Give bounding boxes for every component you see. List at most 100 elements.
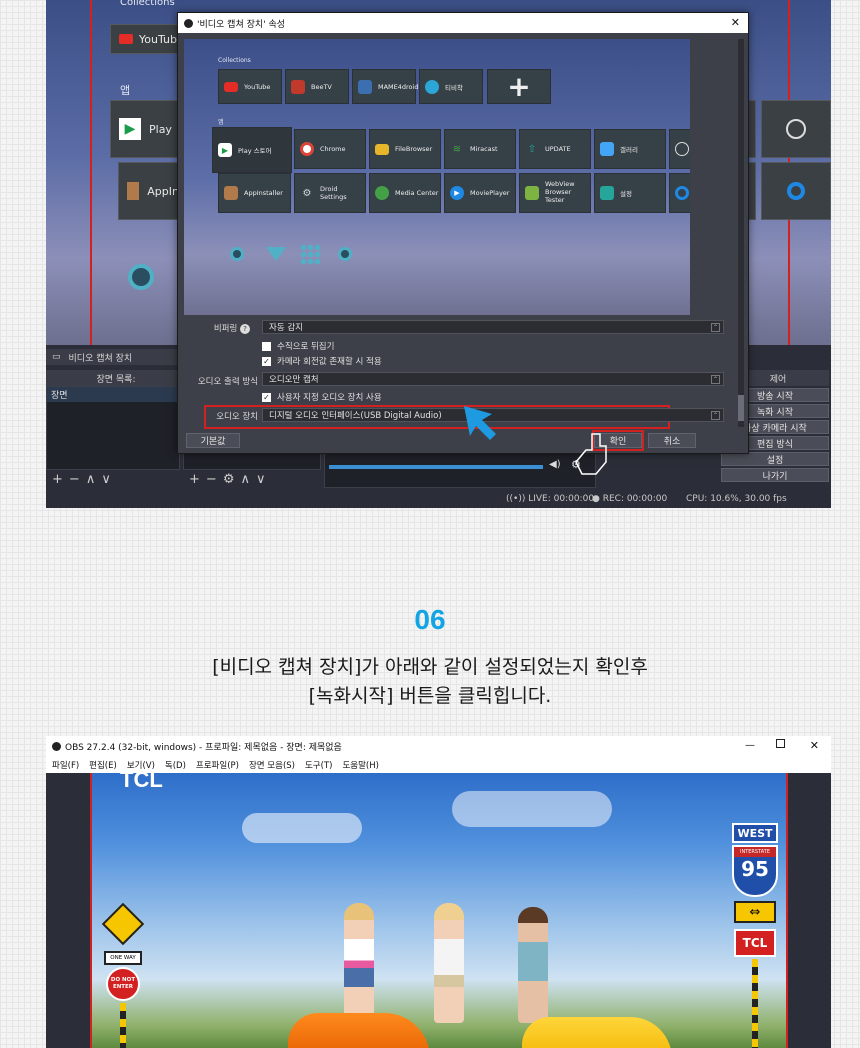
custom-audio-label: 사용자 지정 오디오 장치 사용	[277, 393, 382, 403]
checkbox-empty[interactable]	[262, 341, 271, 351]
defaults-button[interactable]: 기본값	[186, 433, 240, 448]
play-store-icon: ▶	[119, 118, 141, 140]
scrollbar-thumb[interactable]	[738, 395, 744, 421]
maximize-icon[interactable]	[776, 739, 785, 748]
bg-play-label: Play	[149, 122, 172, 136]
live-status: ((•)) LIVE: 00:00:00	[506, 494, 595, 504]
tile-filebrowser-label: FileBrowser	[395, 145, 433, 153]
person	[434, 903, 464, 1023]
tile-droid-settings-label: Droid Settings	[320, 185, 347, 201]
buffering-label: 비퍼링 ?	[178, 322, 250, 334]
chrome-icon	[300, 142, 314, 156]
chevron-updown-icon: ⌃	[711, 411, 720, 420]
minimize-icon[interactable]: —	[745, 740, 755, 751]
sign-pole	[120, 1003, 126, 1048]
camera-rotation-checkbox[interactable]: ✓ 카메라 회전값 존재할 시 적용	[262, 355, 382, 367]
source-gear-icon[interactable]: ⚙	[223, 472, 241, 487]
bg-play-tile: ▶ Play	[110, 100, 180, 158]
rec-status: ● REC: 00:00:00	[592, 494, 668, 504]
speaker-icon[interactable]: ◀)	[549, 459, 561, 470]
cpu-status: CPU: 10.6%, 30.00 fps	[686, 494, 787, 504]
obs-window-titlebar: OBS 27.2.4 (32-bit, windows) - 프로파일: 제목없…	[46, 736, 831, 757]
tile-media-partial	[669, 173, 690, 213]
help-icon[interactable]: ?	[240, 324, 250, 334]
obs-window-title: OBS 27.2.4 (32-bit, windows) - 프로파일: 제목없…	[65, 743, 342, 753]
media-icon	[787, 182, 805, 200]
add-tile[interactable]: +	[487, 69, 551, 104]
tile-mame: MAME4droid	[352, 69, 418, 104]
youtube-icon	[119, 34, 133, 44]
yellow-car	[522, 1017, 672, 1048]
sign-pole	[752, 959, 758, 1048]
close-icon[interactable]: ✕	[810, 739, 819, 752]
volume-slider[interactable]	[329, 465, 543, 469]
scene-toolbar: +−∧∨	[52, 472, 117, 487]
chevron-updown-icon: ⌃	[711, 323, 720, 332]
status-circle-icon	[230, 247, 244, 261]
step-number: 06	[414, 604, 446, 635]
checkbox-checked[interactable]: ✓	[262, 392, 271, 402]
tile-media-center: Media Center	[369, 173, 441, 213]
menu-view[interactable]: 보기(V)	[127, 759, 155, 771]
settings-button[interactable]: 설정	[721, 452, 829, 466]
tile-beetv-label: BeeTV	[311, 82, 332, 91]
menu-help[interactable]: 도움말(H)	[342, 759, 378, 771]
menu-scene-collection[interactable]: 장면 모음(S)	[249, 759, 295, 771]
add-scene-button[interactable]: +	[52, 472, 69, 487]
menu-edit[interactable]: 편집(E)	[89, 759, 117, 771]
add-source-button[interactable]: +	[189, 472, 206, 487]
scene-item[interactable]: 장면	[47, 387, 179, 402]
person	[518, 907, 548, 1023]
camera-icon: ▭	[52, 352, 61, 362]
menu-dock[interactable]: 독(D)	[165, 759, 186, 771]
menu-file[interactable]: 파일(F)	[52, 759, 79, 771]
source-down-button[interactable]: ∨	[256, 472, 272, 487]
play-store-icon: ▶	[218, 143, 232, 157]
folder-icon	[375, 143, 389, 155]
dialog-scrollbar[interactable]	[738, 39, 744, 427]
clock-icon	[786, 119, 806, 139]
settings-icon	[600, 186, 614, 200]
buffering-select[interactable]: 자동 감지 ⌃	[262, 320, 724, 334]
clock-icon	[675, 142, 689, 156]
checkbox-checked[interactable]: ✓	[262, 356, 271, 366]
sign-interstate: INTERSTATE 95	[732, 845, 778, 897]
flip-vertical-checkbox[interactable]: 수직으로 뒤집기	[262, 340, 334, 352]
plus-icon: +	[507, 70, 531, 103]
close-icon[interactable]: ✕	[731, 16, 740, 29]
scene-logo: TCL	[120, 773, 163, 792]
obs-screenshot-properties: Collections YouTub 앱 ▶ Play AppIn 러리 정 ▭…	[46, 0, 831, 508]
menu-profile[interactable]: 프로파일(P)	[196, 759, 239, 771]
cursor-arrow-icon	[464, 406, 496, 440]
source-up-button[interactable]: ∧	[240, 472, 256, 487]
remove-scene-button[interactable]: −	[69, 472, 86, 487]
audio-output-value: 오디오만 캡처	[269, 375, 319, 385]
sign-enter-text: ENTER	[112, 984, 134, 991]
exit-button[interactable]: 나가기	[721, 468, 829, 482]
sign-95-text: 95	[741, 857, 769, 881]
play-icon: ▶	[450, 186, 464, 200]
tile-miracast-label: Miracast	[470, 145, 498, 153]
tile-webview: WebView Browser Tester	[519, 173, 591, 213]
step-instruction-line2: [녹화시작] 버튼을 클릭힙니다.	[308, 685, 552, 707]
remove-source-button[interactable]: −	[206, 472, 223, 487]
bg-apps-label: 앱	[120, 84, 131, 97]
bg-youtube-tile: YouTub	[110, 24, 180, 54]
controls-header-text: 제어	[769, 374, 787, 385]
custom-audio-checkbox[interactable]: ✓ 사용자 지정 오디오 장치 사용	[262, 391, 382, 403]
tile-filebrowser: FileBrowser	[369, 129, 441, 169]
tile-chrome: Chrome	[294, 129, 366, 169]
audio-device-label: 오디오 장치	[216, 412, 258, 422]
wifi-icon: ≋	[452, 143, 462, 155]
obs-logo-icon	[52, 742, 61, 751]
audio-output-select[interactable]: 오디오만 캡처 ⌃	[262, 372, 724, 386]
scenes-list: 장면	[46, 386, 180, 470]
cancel-button[interactable]: 취소	[648, 433, 696, 448]
wifi-status-icon	[266, 247, 286, 261]
tile-media-center-label: Media Center	[395, 189, 439, 197]
move-up-button[interactable]: ∧	[86, 472, 102, 487]
move-down-button[interactable]: ∨	[101, 472, 117, 487]
youtube-icon	[224, 81, 238, 92]
sign-interstate-text: INTERSTATE	[734, 847, 776, 857]
menu-tools[interactable]: 도구(T)	[305, 759, 332, 771]
